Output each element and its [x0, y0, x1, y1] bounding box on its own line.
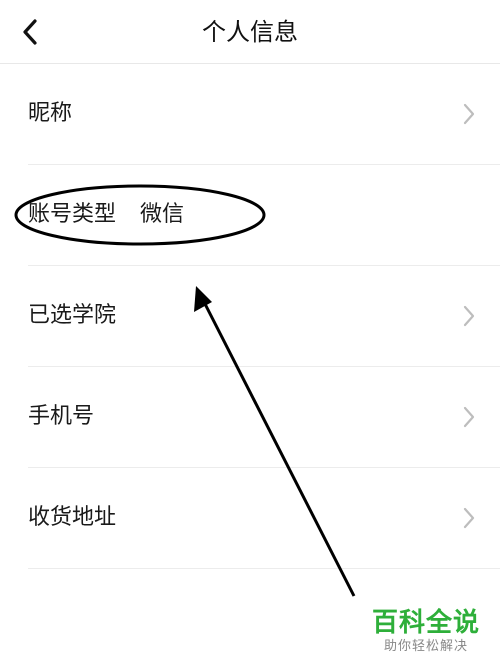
- row-account-type: 账号类型 微信: [0, 165, 500, 266]
- chevron-right-icon: [463, 305, 475, 327]
- top-nav-bar: 个人信息: [0, 0, 500, 64]
- account-type-value: 微信: [140, 202, 185, 227]
- chevron-right-icon: [463, 406, 475, 428]
- chevron-right-icon: [463, 103, 475, 125]
- row-shipping-address[interactable]: 收货地址: [0, 468, 500, 569]
- row-label: 账号类型: [28, 202, 117, 227]
- divider: [28, 568, 500, 569]
- page-title: 个人信息: [202, 18, 298, 46]
- row-label: 手机号: [28, 404, 95, 429]
- row-selected-college[interactable]: 已选学院: [0, 266, 500, 367]
- watermark-logo: 百科全说 助你轻松解决: [366, 608, 486, 656]
- watermark-title: 百科全说: [371, 608, 480, 638]
- watermark-subtitle: 助你轻松解决: [383, 639, 468, 654]
- row-nickname[interactable]: 昵称: [0, 64, 500, 165]
- profile-info-list: 昵称 账号类型 微信 已选学院 手机号 收货地址: [0, 64, 500, 569]
- chevron-right-icon: [463, 507, 475, 529]
- row-label: 收货地址: [28, 505, 117, 530]
- row-label: 昵称: [28, 101, 73, 126]
- row-label: 已选学院: [28, 303, 117, 328]
- row-phone-number[interactable]: 手机号: [0, 367, 500, 468]
